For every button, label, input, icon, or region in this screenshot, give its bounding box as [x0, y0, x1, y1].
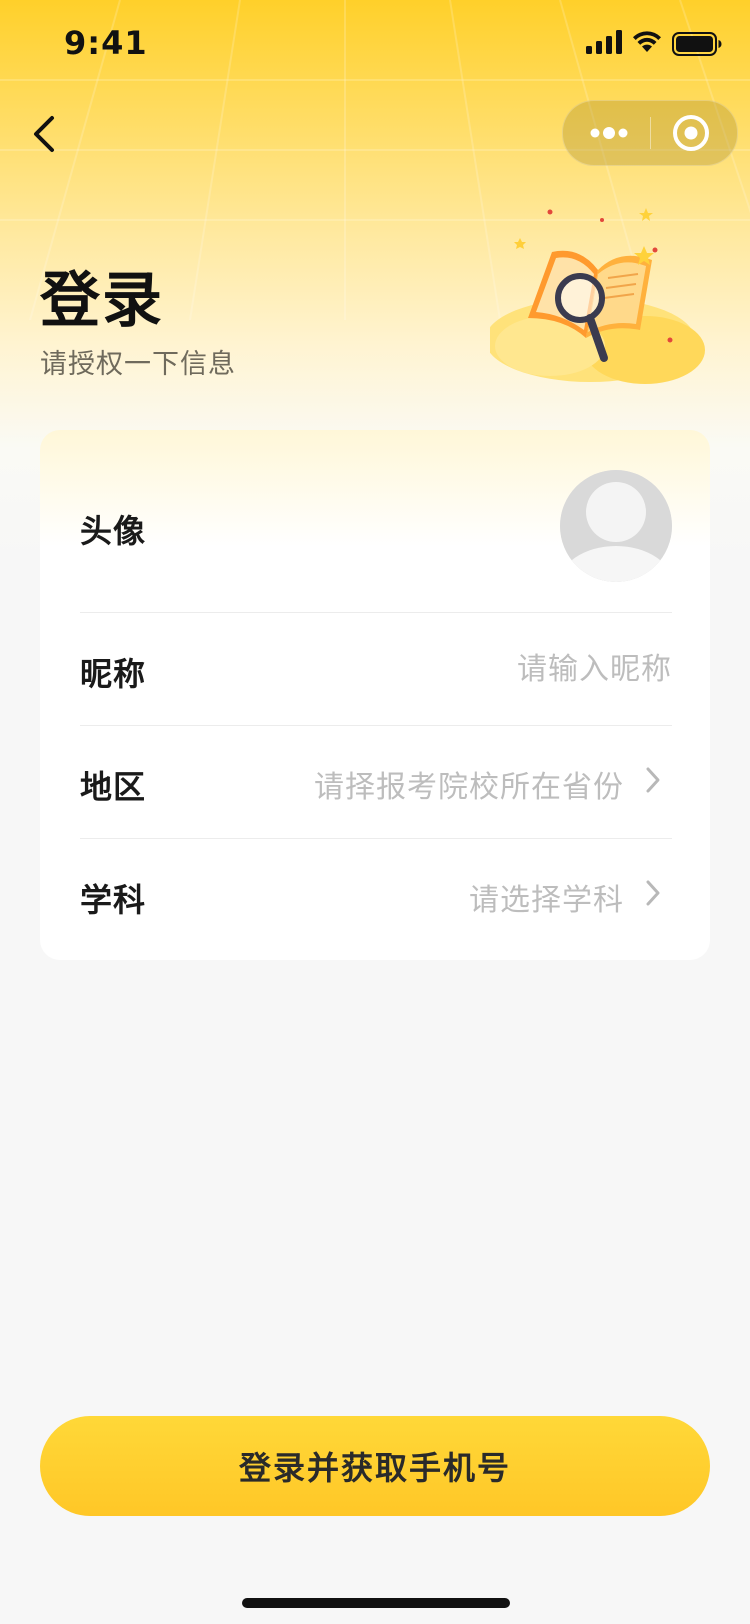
more-dots-icon[interactable]: [589, 119, 629, 147]
user-info-card: 头像 昵称 地区 请择报考院校所在省份 学科 请选择学科: [40, 430, 710, 960]
status-time: 9:41: [64, 24, 148, 62]
region-select[interactable]: 请择报考院校所在省份: [314, 762, 624, 806]
wifi-icon: [633, 31, 661, 52]
back-arrow-icon[interactable]: [26, 106, 66, 162]
subject-select[interactable]: 请选择学科: [469, 875, 624, 919]
nickname-input[interactable]: [372, 647, 672, 691]
signal-icon: [586, 30, 622, 54]
nickname-label: 昵称: [80, 655, 147, 693]
avatar-row[interactable]: 头像: [80, 430, 672, 612]
login-button-label: 登录并获取手机号: [238, 1449, 511, 1487]
battery-icon: [672, 32, 722, 56]
avatar-label: 头像: [80, 512, 147, 550]
default-avatar-icon: [560, 470, 672, 582]
page-subtitle: 请授权一下信息: [40, 349, 236, 380]
miniprogram-capsule: [562, 100, 738, 166]
login-get-phone-button[interactable]: 登录并获取手机号: [40, 1416, 710, 1516]
region-label: 地区: [80, 768, 147, 806]
nickname-row: 昵称: [80, 613, 672, 725]
status-bar: 9:41: [0, 0, 750, 88]
chevron-right-icon: [646, 767, 660, 793]
chevron-right-icon: [646, 880, 660, 906]
avatar[interactable]: [560, 470, 672, 582]
book-magnifier-illustration: [490, 208, 705, 384]
region-row[interactable]: 地区 请择报考院校所在省份: [80, 726, 672, 838]
subject-row[interactable]: 学科 请选择学科: [80, 839, 672, 951]
home-indicator: [242, 1598, 510, 1608]
subject-label: 学科: [80, 881, 147, 919]
page-title: 登录: [40, 266, 164, 336]
capsule-divider: [650, 117, 651, 149]
close-capsule-icon[interactable]: [671, 113, 711, 153]
